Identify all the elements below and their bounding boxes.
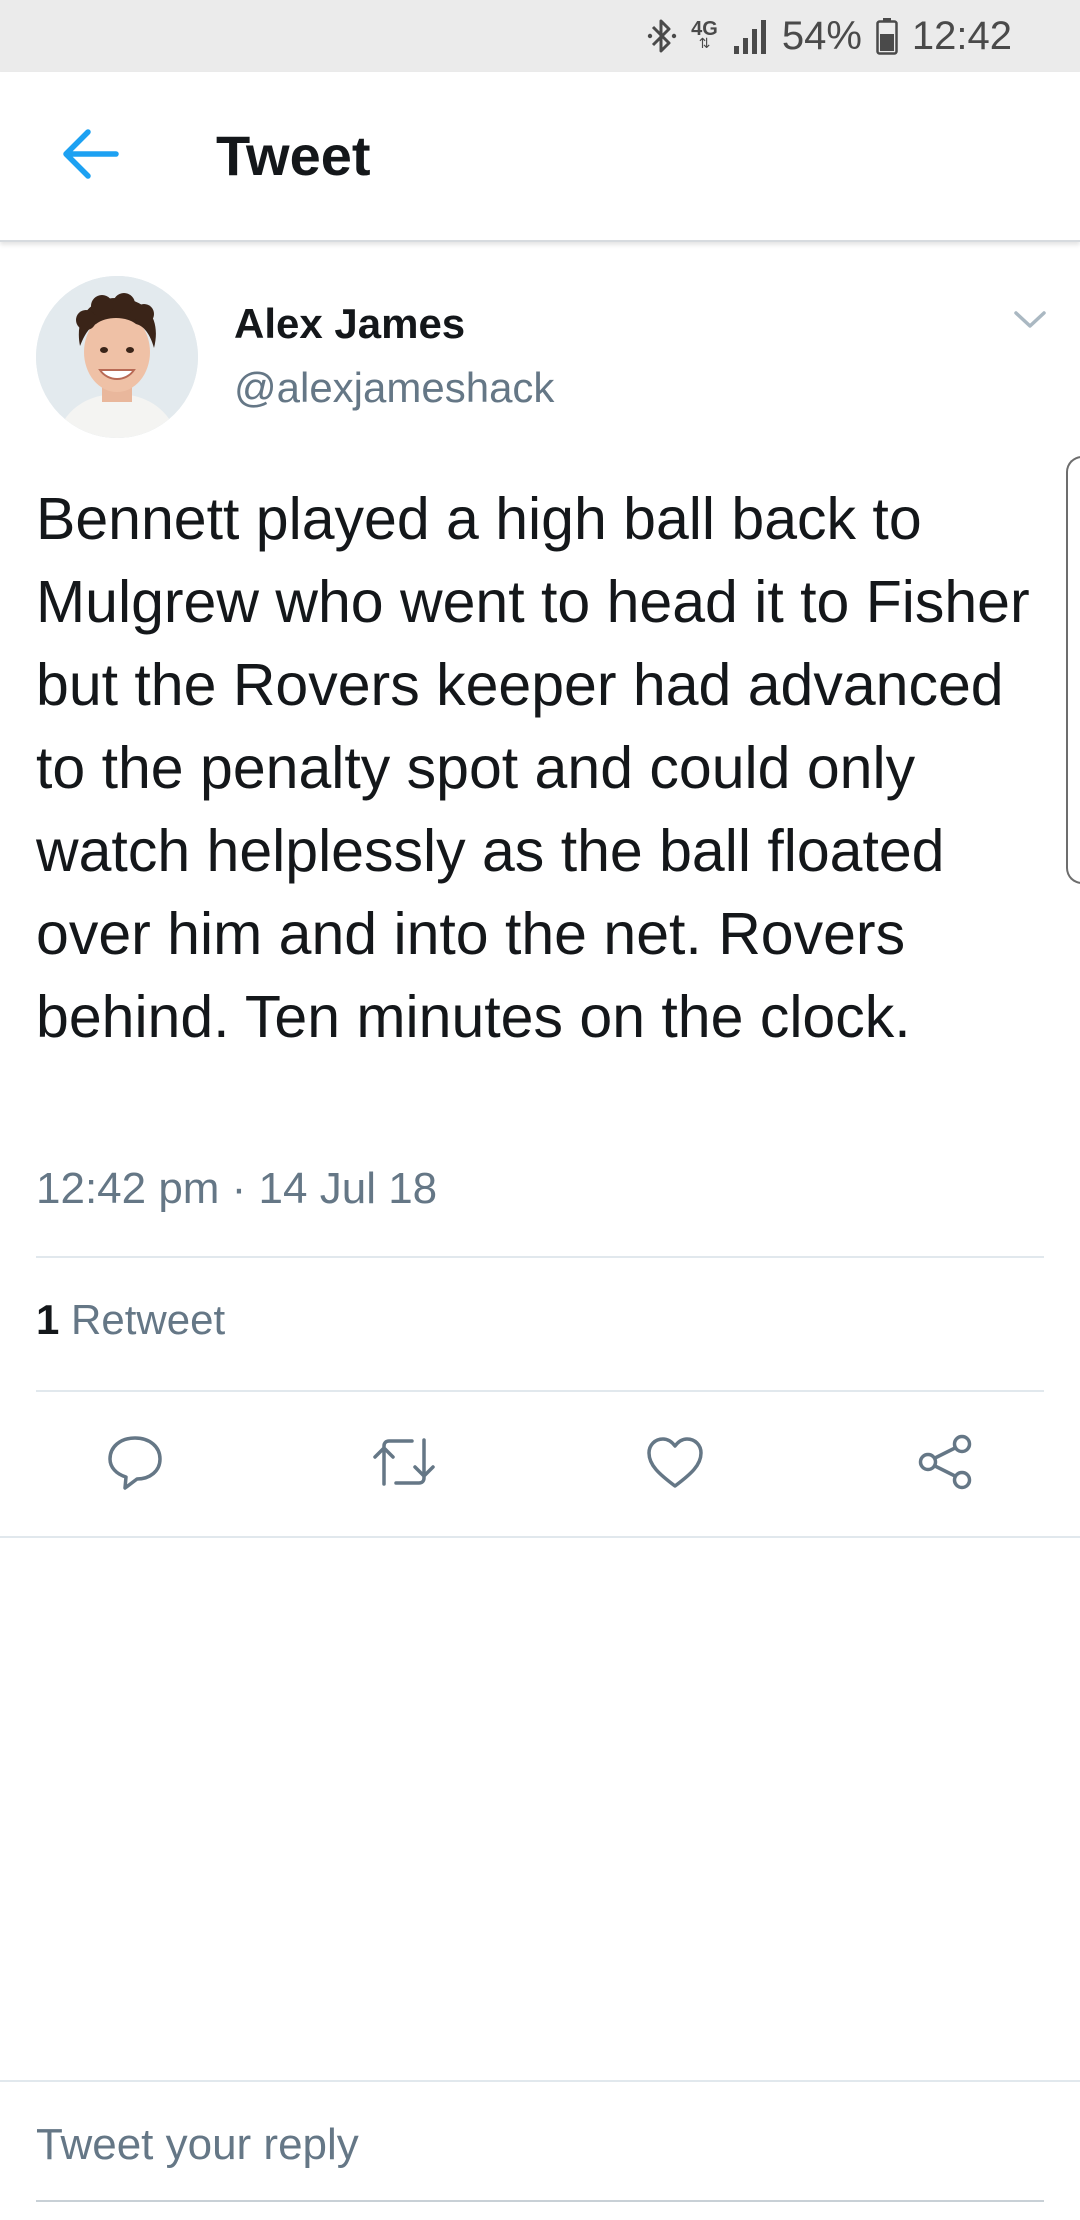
battery-icon	[876, 16, 898, 56]
author-name[interactable]: Alex James	[234, 300, 465, 348]
tweet-screen: 4G ⇅ 54% 12:42 Tweet Alex James @alexjam…	[0, 0, 1080, 2220]
share-icon	[915, 1432, 975, 1497]
tweet-menu-button[interactable]	[1010, 302, 1050, 342]
tweet-text: Bennett played a high ball back to Mulgr…	[36, 486, 1030, 1050]
retweet-button[interactable]	[368, 1428, 440, 1500]
tweet-actions	[0, 1392, 1080, 1536]
status-bar: 4G ⇅ 54% 12:42	[0, 0, 1080, 72]
tweet-timestamp: 12:42 pm · 14 Jul 18	[36, 1164, 438, 1213]
back-button[interactable]	[50, 124, 130, 188]
divider	[36, 1256, 1044, 1258]
avatar[interactable]	[36, 276, 198, 438]
share-button[interactable]	[909, 1428, 981, 1500]
chevron-down-icon	[1013, 309, 1047, 336]
heart-icon	[645, 1434, 705, 1495]
retweet-icon	[370, 1432, 438, 1497]
divider	[0, 1536, 1080, 1538]
reply-input[interactable]: Tweet your reply	[36, 2120, 1044, 2184]
page-title: Tweet	[216, 124, 371, 187]
clock: 12:42	[911, 13, 1012, 58]
reply-input-underline	[36, 2200, 1044, 2202]
signal-icon	[732, 16, 768, 56]
author-handle[interactable]: @alexjameshack	[234, 364, 554, 412]
like-button[interactable]	[639, 1428, 711, 1500]
bluetooth-icon	[647, 16, 677, 56]
retweet-count: 1	[36, 1296, 60, 1343]
divider	[0, 2080, 1080, 2082]
retweet-label: Retweet	[71, 1296, 226, 1343]
battery-percent: 54%	[781, 13, 862, 58]
scroll-edge-handle[interactable]	[1066, 456, 1080, 884]
network-4g-icon: 4G ⇅	[691, 18, 718, 51]
reply-icon	[105, 1432, 165, 1497]
network-type: 4G	[691, 18, 718, 40]
retweet-stats[interactable]: 1 Retweet	[36, 1296, 225, 1344]
back-arrow-icon	[60, 126, 120, 187]
reply-button[interactable]	[99, 1428, 171, 1500]
status-bar-icons: 4G ⇅ 54% 12:42	[647, 10, 1012, 62]
app-bar: Tweet	[0, 72, 1080, 242]
